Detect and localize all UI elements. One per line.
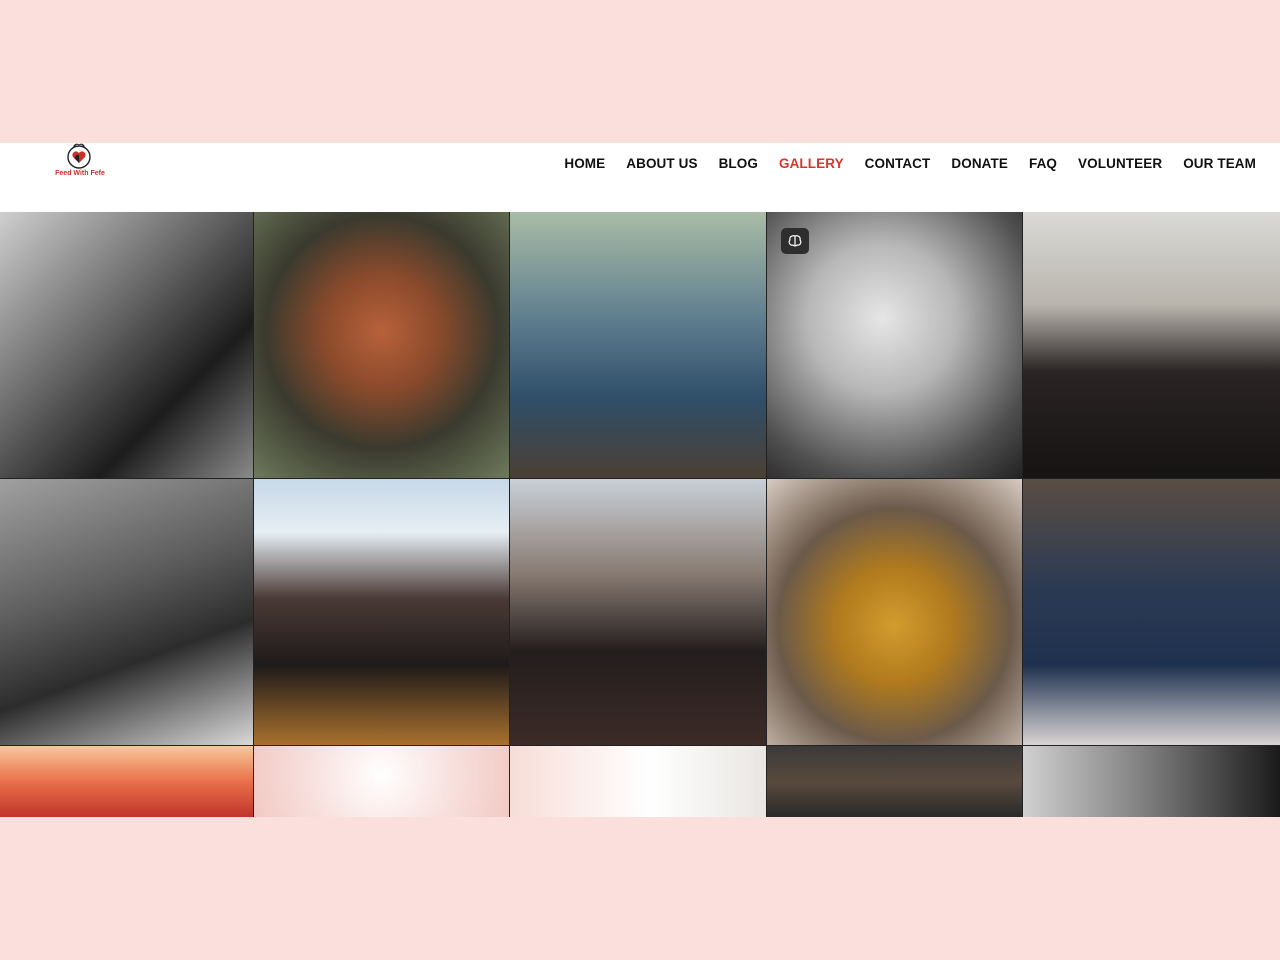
photo-image bbox=[510, 746, 766, 817]
photo-outreach-street-scene[interactable] bbox=[767, 746, 1022, 817]
photo-boy-orange-shirt[interactable] bbox=[254, 212, 509, 478]
photo-bw-girl-hijab[interactable] bbox=[767, 212, 1022, 478]
photo-children-group-street[interactable] bbox=[510, 212, 766, 478]
photo-image bbox=[510, 212, 766, 478]
brain-icon[interactable] bbox=[781, 228, 809, 254]
nav-item-volunteer[interactable]: VOLUNTEER bbox=[1078, 156, 1162, 171]
poster-feed-with-fefe-pink[interactable] bbox=[254, 746, 509, 817]
photo-volunteer-umbrella-outreach[interactable] bbox=[254, 479, 509, 745]
nav-item-gallery[interactable]: GALLERY bbox=[779, 156, 844, 171]
photo-image bbox=[767, 479, 1022, 745]
photo-image bbox=[510, 479, 766, 745]
photo-image bbox=[0, 746, 253, 817]
nav-item-blog[interactable]: BLOG bbox=[719, 156, 758, 171]
nav-item-home[interactable]: HOME bbox=[564, 156, 605, 171]
photo-gallery bbox=[0, 212, 1280, 817]
photo-image bbox=[254, 212, 509, 478]
photo-image bbox=[1023, 746, 1280, 817]
photo-image bbox=[254, 746, 509, 817]
main-nav: HOME ABOUT US BLOG GALLERY CONTACT DONAT… bbox=[543, 156, 1256, 171]
photo-image bbox=[1023, 212, 1280, 478]
photo-image bbox=[0, 212, 253, 478]
poster-christmas-event[interactable] bbox=[0, 746, 253, 817]
photo-bw-boys-peace-sign[interactable] bbox=[0, 212, 253, 478]
logo-text: Feed With Fefe bbox=[55, 170, 105, 177]
nav-item-faq[interactable]: FAQ bbox=[1029, 156, 1057, 171]
photo-child-rice-bag[interactable] bbox=[767, 479, 1022, 745]
photo-image bbox=[1023, 479, 1280, 745]
site-header: Feed With Fefe HOME ABOUT US BLOG GALLER… bbox=[0, 143, 1280, 212]
photo-school-children-group[interactable] bbox=[1023, 479, 1280, 745]
site-logo[interactable]: Feed With Fefe bbox=[54, 143, 106, 183]
photo-image bbox=[0, 479, 253, 745]
photo-bw-woman-sunglasses[interactable] bbox=[0, 479, 253, 745]
photo-image bbox=[767, 746, 1022, 817]
nav-item-contact[interactable]: CONTACT bbox=[865, 156, 931, 171]
nav-item-donate[interactable]: DONATE bbox=[951, 156, 1008, 171]
nav-item-about-us[interactable]: ABOUT US bbox=[626, 156, 697, 171]
nav-item-our-team[interactable]: OUR TEAM bbox=[1183, 156, 1256, 171]
photo-volunteers-team-shirts[interactable] bbox=[1023, 212, 1280, 478]
photo-bw-man-portrait[interactable] bbox=[1023, 746, 1280, 817]
photo-two-volunteers-smiling[interactable] bbox=[510, 479, 766, 745]
heart-logo-icon bbox=[67, 143, 91, 169]
photo-image bbox=[254, 479, 509, 745]
poster-feed-with-fefe-rice[interactable] bbox=[510, 746, 766, 817]
